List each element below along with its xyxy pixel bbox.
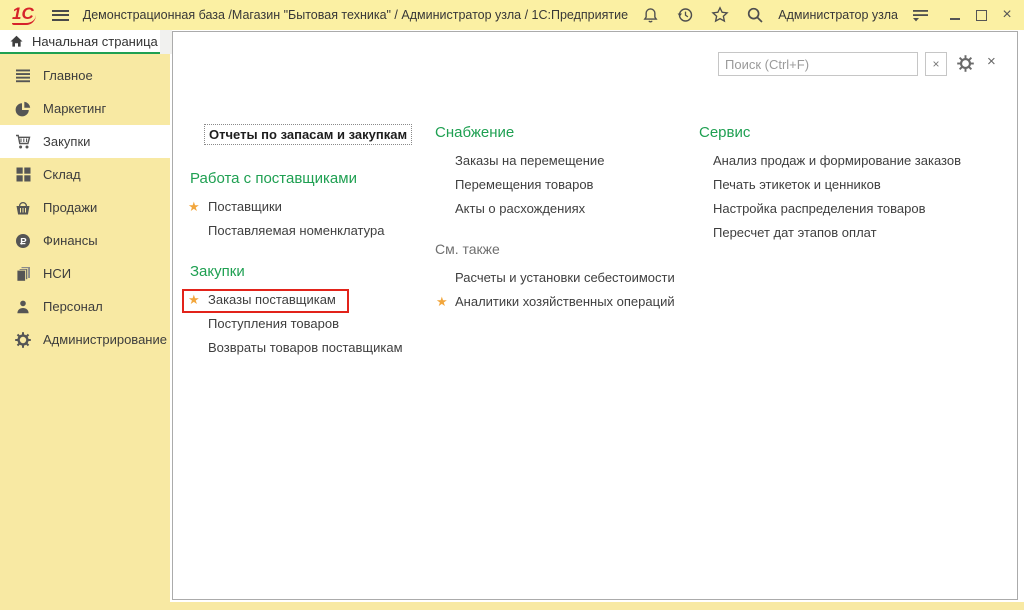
section-title: См. также	[435, 241, 693, 259]
close-button[interactable]: ×	[1000, 8, 1014, 22]
link-returns-to-suppliers[interactable]: Возвраты товаров поставщикам	[188, 336, 433, 360]
section-title: Снабжение	[435, 124, 693, 142]
person-icon	[14, 299, 32, 315]
favorites-star-icon[interactable]	[711, 6, 729, 24]
sidebar-item-purchases[interactable]: Закупки	[0, 125, 170, 158]
section-service: Сервис Анализ продаж и формирование зака…	[697, 124, 997, 245]
favorite-star-icon: ★	[436, 290, 448, 314]
link-label-price-tag-printing[interactable]: Печать этикеток и ценников	[697, 173, 997, 197]
link-supplier-orders[interactable]: ★ Заказы поставщикам	[188, 288, 433, 312]
sidebar-item-personnel[interactable]: Персонал	[0, 290, 170, 323]
minimize-button[interactable]	[948, 8, 962, 22]
sidebar-item-label: Склад	[43, 167, 81, 182]
column-purchases: Отчеты по запасам и закупкам Работа с по…	[188, 124, 433, 360]
reports-link[interactable]: Отчеты по запасам и закупкам	[204, 124, 412, 145]
gear-icon	[14, 332, 32, 348]
section-title: Сервис	[699, 124, 997, 142]
link-business-operation-analytics[interactable]: ★ Аналитики хозяйственных операций	[433, 290, 693, 314]
column-service: Сервис Анализ продаж и формирование зака…	[697, 124, 997, 245]
sidebar-item-label: Продажи	[43, 200, 97, 215]
link-cost-calculations[interactable]: Расчеты и установки себестоимости	[433, 266, 693, 290]
sidebar-item-label: Маркетинг	[43, 101, 106, 116]
grid-icon	[14, 167, 32, 182]
main-menu-icon[interactable]	[52, 10, 69, 21]
service-menu-icon[interactable]	[912, 7, 930, 23]
maximize-button[interactable]	[974, 8, 988, 22]
search-clear-button[interactable]: ×	[925, 52, 947, 76]
section-title: Работа с поставщиками	[190, 170, 433, 188]
purchases-function-panel: × × Отчеты по запасам и закупкам Работа …	[172, 31, 1018, 600]
sidebar-item-label: Финансы	[43, 233, 98, 248]
sidebar-item-label: НСИ	[43, 266, 71, 281]
panel-settings-gear-icon[interactable]	[957, 55, 974, 77]
tab-home-page[interactable]: Начальная страница	[0, 30, 160, 54]
column-supply: Снабжение Заказы на перемещение Перемеще…	[433, 124, 693, 314]
sidebar-item-administration[interactable]: Администрирование	[0, 323, 170, 356]
link-discrepancy-acts[interactable]: Акты о расхождениях	[433, 197, 693, 221]
favorite-star-icon: ★	[188, 288, 200, 312]
menu-lines-icon	[14, 69, 32, 83]
home-icon	[9, 34, 24, 49]
link-sales-analysis-order-forming[interactable]: Анализ продаж и формирование заказов	[697, 149, 997, 173]
link-goods-distribution-settings[interactable]: Настройка распределения товаров	[697, 197, 997, 221]
search-icon[interactable]	[746, 6, 764, 24]
link-goods-receipts[interactable]: Поступления товаров	[188, 312, 433, 336]
sidebar-item-nsi[interactable]: НСИ	[0, 257, 170, 290]
section-title: Закупки	[190, 263, 433, 281]
cards-icon	[14, 266, 32, 282]
section-see-also: См. также Расчеты и установки себестоимо…	[433, 241, 693, 314]
sidebar-item-label: Главное	[43, 68, 93, 83]
titlebar: 1С Демонстрационная база /Магазин "Бытов…	[0, 0, 1024, 30]
section-supply: Снабжение Заказы на перемещение Перемеще…	[433, 124, 693, 221]
ruble-circle-icon: P	[14, 233, 32, 249]
search-input[interactable]	[718, 52, 918, 76]
link-suppliers[interactable]: ★ Поставщики	[188, 195, 433, 219]
link-supplied-nomenclature[interactable]: Поставляемая номенклатура	[188, 219, 433, 243]
favorite-star-icon: ★	[188, 195, 200, 219]
window-title: Демонстрационная база /Магазин "Бытовая …	[83, 8, 628, 22]
link-transfer-orders[interactable]: Заказы на перемещение	[433, 149, 693, 173]
history-icon[interactable]	[676, 6, 694, 24]
sidebar-item-label: Администрирование	[43, 332, 167, 347]
tab-strip: Начальная страница	[0, 30, 172, 54]
sections-sidebar: Главное Маркетинг Закупки Склад Продажи …	[0, 54, 170, 602]
section-suppliers: Работа с поставщиками ★ Поставщики Поста…	[188, 170, 433, 243]
link-payment-stage-dates-recalc[interactable]: Пересчет дат этапов оплат	[697, 221, 997, 245]
window-frame-bottom	[0, 602, 1024, 610]
svg-text:P: P	[20, 236, 27, 247]
tab-label: Начальная страница	[32, 34, 158, 49]
basket-icon	[14, 200, 32, 216]
1c-logo: 1С	[12, 5, 36, 25]
current-user[interactable]: Администратор узла	[778, 8, 898, 22]
sidebar-item-warehouse[interactable]: Склад	[0, 158, 170, 191]
sidebar-item-label: Закупки	[43, 134, 90, 149]
sidebar-item-main[interactable]: Главное	[0, 59, 170, 92]
notifications-bell-icon[interactable]	[642, 7, 659, 24]
pie-chart-icon	[14, 101, 32, 117]
link-goods-transfers[interactable]: Перемещения товаров	[433, 173, 693, 197]
shopping-cart-icon	[14, 134, 32, 150]
sidebar-item-marketing[interactable]: Маркетинг	[0, 92, 170, 125]
sidebar-item-finance[interactable]: P Финансы	[0, 224, 170, 257]
section-purchases: Закупки ★ Заказы поставщикам Поступления…	[188, 263, 433, 360]
panel-close-icon[interactable]: ×	[987, 53, 996, 70]
sidebar-item-sales[interactable]: Продажи	[0, 191, 170, 224]
sidebar-item-label: Персонал	[43, 299, 103, 314]
